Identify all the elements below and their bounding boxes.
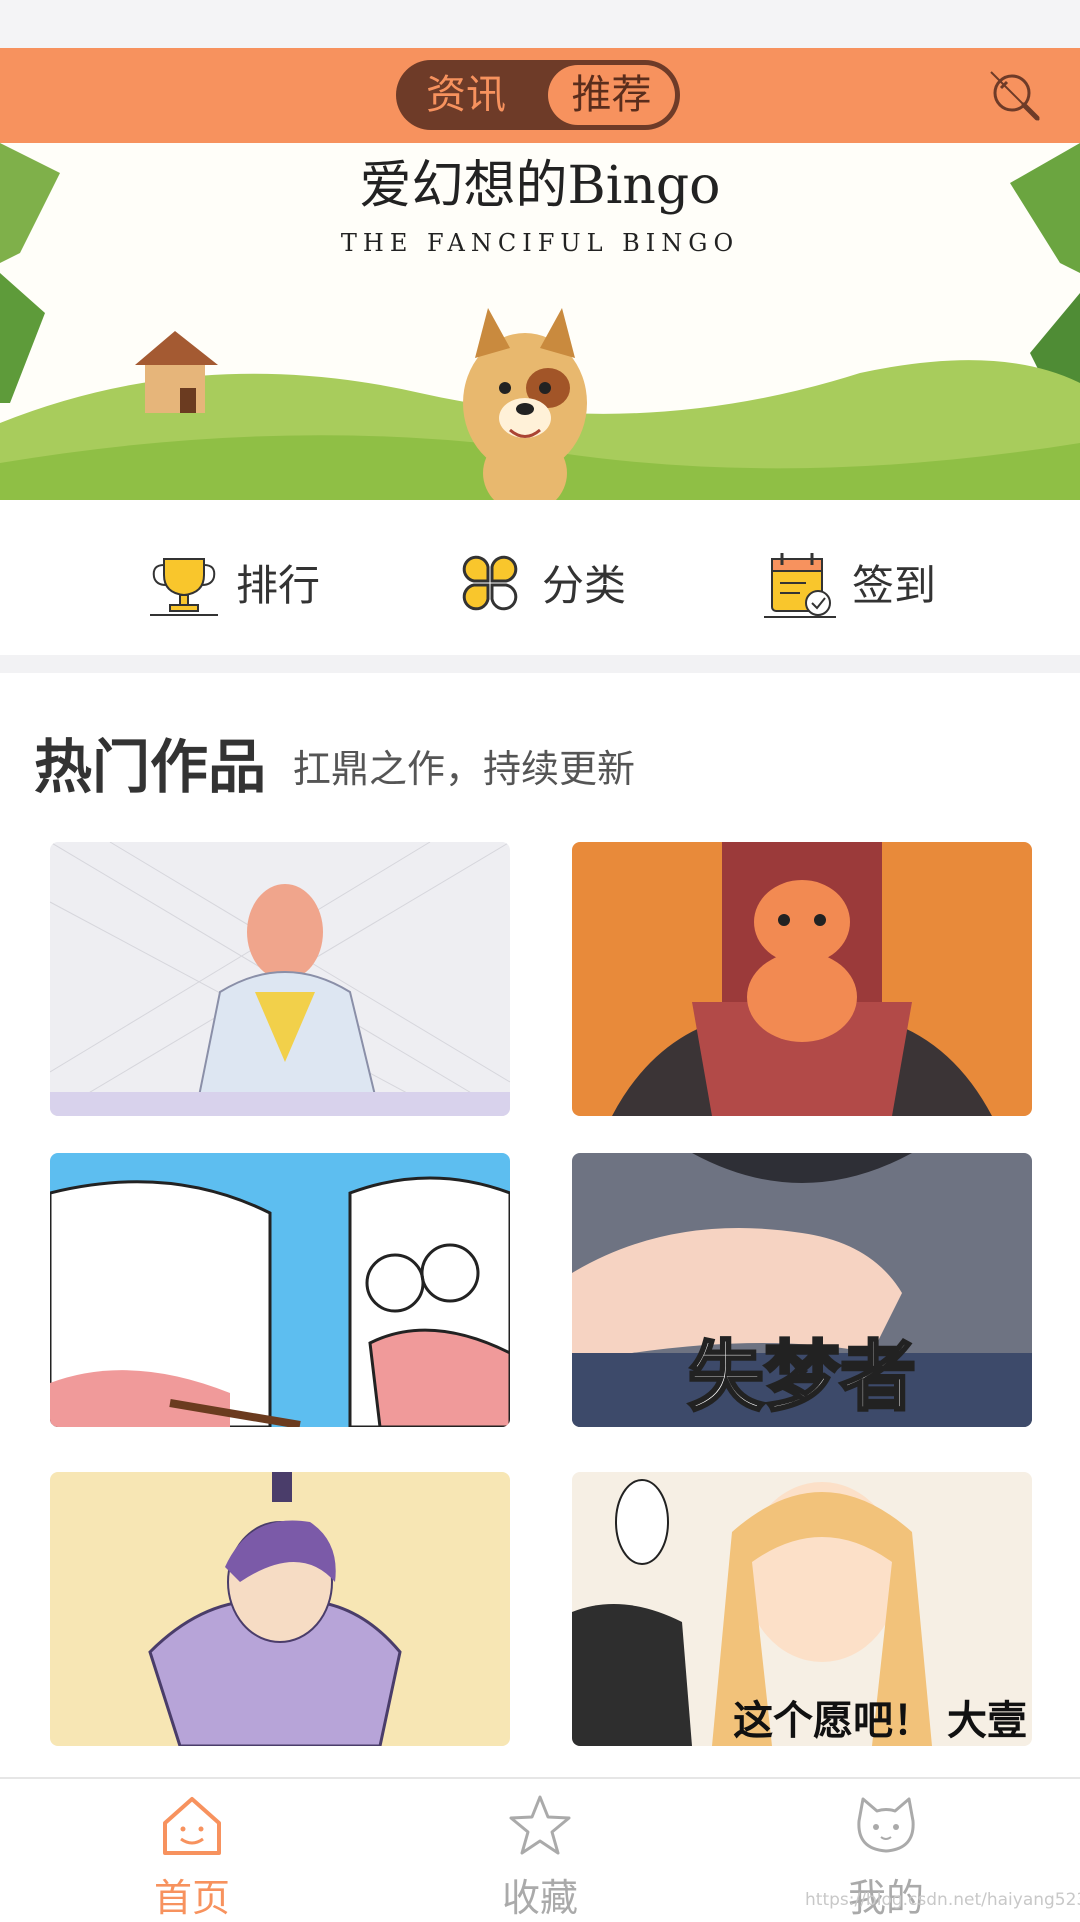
banner-title: 爱幻想的Bingo (360, 156, 721, 216)
work-card-4[interactable]: 失梦者 (572, 1153, 1032, 1427)
card-6-caption: 这个愿吧！ 大壹 (733, 1698, 1027, 1744)
work-card-5[interactable] (50, 1472, 510, 1746)
nav-ranking[interactable]: 排行 (146, 540, 320, 625)
work-card-2[interactable] (572, 842, 1032, 1116)
section-divider (0, 655, 1080, 673)
tab-home[interactable]: 首页 (92, 1791, 292, 1920)
hot-works-subtitle: 扛鼎之作，持续更新 (293, 747, 636, 791)
watermark: https://blog.csdn.net/haiyang5233233 (805, 1890, 1080, 1910)
trophy-icon (150, 557, 218, 616)
banner-image[interactable]: 爱幻想的Bingo THE FANCIFUL BINGO (0, 143, 1080, 500)
nav-checkin-label: 签到 (852, 561, 937, 610)
banner-subtitle: THE FANCIFUL BINGO (341, 229, 739, 257)
search-icon[interactable] (985, 66, 1045, 126)
tab-favorites[interactable]: 收藏 (440, 1791, 640, 1920)
work-card-3[interactable] (50, 1153, 510, 1427)
cat-icon (857, 1797, 915, 1853)
tab-favorites-label: 收藏 (501, 1876, 578, 1920)
nav-ranking-label: 排行 (236, 561, 321, 610)
grid-icon (462, 555, 518, 610)
tab-news[interactable]: 资讯 (401, 65, 531, 125)
nav-category-label: 分类 (542, 561, 627, 610)
work-card-1[interactable] (50, 842, 510, 1116)
nav-checkin[interactable]: 签到 (762, 540, 936, 625)
nav-category[interactable]: 分类 (452, 540, 626, 625)
card-4-title: 失梦者 (688, 1332, 916, 1421)
work-card-6[interactable]: 这个愿吧！ 大壹 (572, 1472, 1032, 1746)
quick-nav: 排行 分类 签到 (0, 510, 1080, 655)
tab-home-label: 首页 (153, 1876, 230, 1920)
calendar-check-icon (764, 552, 836, 618)
star-icon (509, 1795, 571, 1855)
hot-works-title: 热门作品 (34, 733, 267, 801)
top-bar: 资讯 推荐 (0, 48, 1080, 143)
segment-control: 资讯 推荐 (396, 60, 680, 130)
status-bar (0, 0, 1080, 48)
tab-recommend[interactable]: 推荐 (548, 65, 675, 125)
home-icon (163, 1797, 221, 1855)
